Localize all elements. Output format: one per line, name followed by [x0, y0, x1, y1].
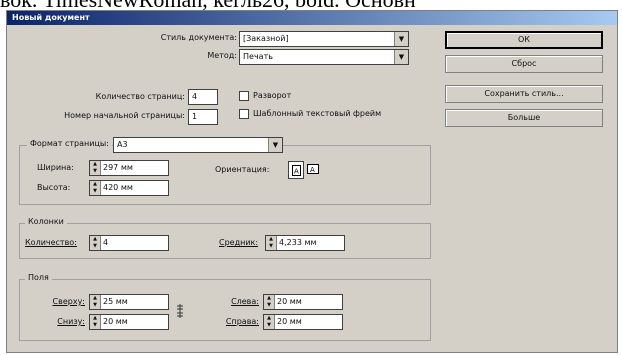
margin-bottom-stepper[interactable]: ▲ ▼ 20 мм — [89, 314, 169, 330]
page-format-select[interactable]: А3 ▼ — [113, 137, 283, 153]
margin-left-label: Слева: — [231, 297, 259, 306]
page-count-field[interactable]: 4 — [188, 89, 218, 105]
method-label: Метод: — [207, 51, 237, 60]
reset-button[interactable]: Сброс — [445, 55, 603, 73]
gutter-stepper[interactable]: ▲ ▼ 4,233 мм — [265, 235, 345, 251]
margin-right-label: Справа: — [225, 317, 259, 326]
gutter-value: 4,233 мм — [279, 238, 317, 247]
svg-text:A: A — [310, 166, 315, 174]
width-value: 297 мм — [103, 163, 133, 172]
title-bar[interactable]: Новый документ — [7, 11, 617, 25]
column-count-stepper[interactable]: ▲ ▼ 4 — [89, 235, 169, 251]
spin-arrows-icon[interactable]: ▲ ▼ — [90, 161, 101, 175]
new-document-dialog: Новый документ Стиль документа: [Заказно… — [6, 10, 618, 353]
spin-arrows-icon[interactable]: ▲ ▼ — [264, 295, 275, 309]
columns-title: Колонки — [25, 217, 67, 226]
spin-arrows-icon[interactable]: ▲ ▼ — [90, 315, 101, 329]
method-select[interactable]: Печать ▼ — [239, 49, 409, 65]
margin-top-label: Сверху: — [52, 297, 85, 306]
margin-right-stepper[interactable]: ▲ ▼ 20 мм — [263, 314, 343, 330]
width-stepper[interactable]: ▲ ▼ 297 мм — [89, 160, 169, 176]
method-value: Печать — [243, 52, 273, 61]
document-style-label: Стиль документа: — [160, 33, 237, 42]
chevron-down-icon: ▼ — [268, 138, 282, 152]
margins-group — [19, 279, 431, 341]
height-stepper[interactable]: ▲ ▼ 420 мм — [89, 180, 169, 196]
column-count-value: 4 — [103, 238, 109, 247]
svg-text:A: A — [294, 167, 299, 175]
orientation-label: Ориентация: — [215, 165, 270, 174]
margin-right-value: 20 мм — [277, 317, 302, 326]
document-style-select[interactable]: [Заказной] ▼ — [239, 31, 409, 47]
master-text-frame-label[interactable]: Шаблонный текстовый фрейм — [253, 109, 381, 118]
page-count-label: Количество страниц: — [95, 92, 185, 101]
gutter-label: Средник: — [219, 238, 259, 247]
spread-label[interactable]: Разворот — [253, 91, 291, 100]
more-button[interactable]: Больше — [445, 109, 603, 127]
margin-bottom-value: 20 мм — [103, 317, 128, 326]
spin-arrows-icon[interactable]: ▲ ▼ — [90, 181, 101, 195]
chain-link-icon[interactable] — [173, 303, 187, 319]
spin-arrows-icon[interactable]: ▲ ▼ — [90, 236, 101, 250]
portrait-orientation-icon[interactable]: A — [288, 161, 304, 179]
page-format-group — [19, 145, 431, 205]
margin-left-stepper[interactable]: ▲ ▼ 20 мм — [263, 294, 343, 310]
spin-arrows-icon[interactable]: ▲ ▼ — [266, 236, 277, 250]
chevron-down-icon: ▼ — [394, 32, 408, 46]
column-count-label: Количество: — [25, 238, 77, 247]
save-style-button[interactable]: Сохранить стиль... — [445, 85, 603, 103]
page-format-value: А3 — [117, 140, 128, 149]
chevron-down-icon: ▼ — [394, 50, 408, 64]
window-title: Новый документ — [12, 13, 90, 22]
margin-top-value: 25 мм — [103, 297, 128, 306]
spin-arrows-icon[interactable]: ▲ ▼ — [90, 295, 101, 309]
landscape-orientation-icon[interactable]: A — [306, 161, 320, 177]
start-page-field[interactable]: 1 — [188, 109, 218, 125]
margins-title: Поля — [25, 273, 52, 282]
margin-left-value: 20 мм — [277, 297, 302, 306]
spin-arrows-icon[interactable]: ▲ ▼ — [264, 315, 275, 329]
margin-top-stepper[interactable]: ▲ ▼ 25 мм — [89, 294, 169, 310]
spread-checkbox[interactable] — [239, 91, 249, 101]
page-format-label: Формат страницы: — [27, 139, 112, 148]
height-label: Высота: — [37, 183, 71, 192]
master-text-frame-checkbox[interactable] — [239, 109, 249, 119]
margin-bottom-label: Снизу: — [57, 317, 85, 326]
width-label: Ширина: — [37, 163, 74, 172]
ok-button[interactable]: ОК — [445, 31, 603, 49]
start-page-label: Номер начальной страницы: — [64, 111, 185, 120]
height-value: 420 мм — [103, 183, 133, 192]
document-style-value: [Заказной] — [243, 34, 289, 43]
